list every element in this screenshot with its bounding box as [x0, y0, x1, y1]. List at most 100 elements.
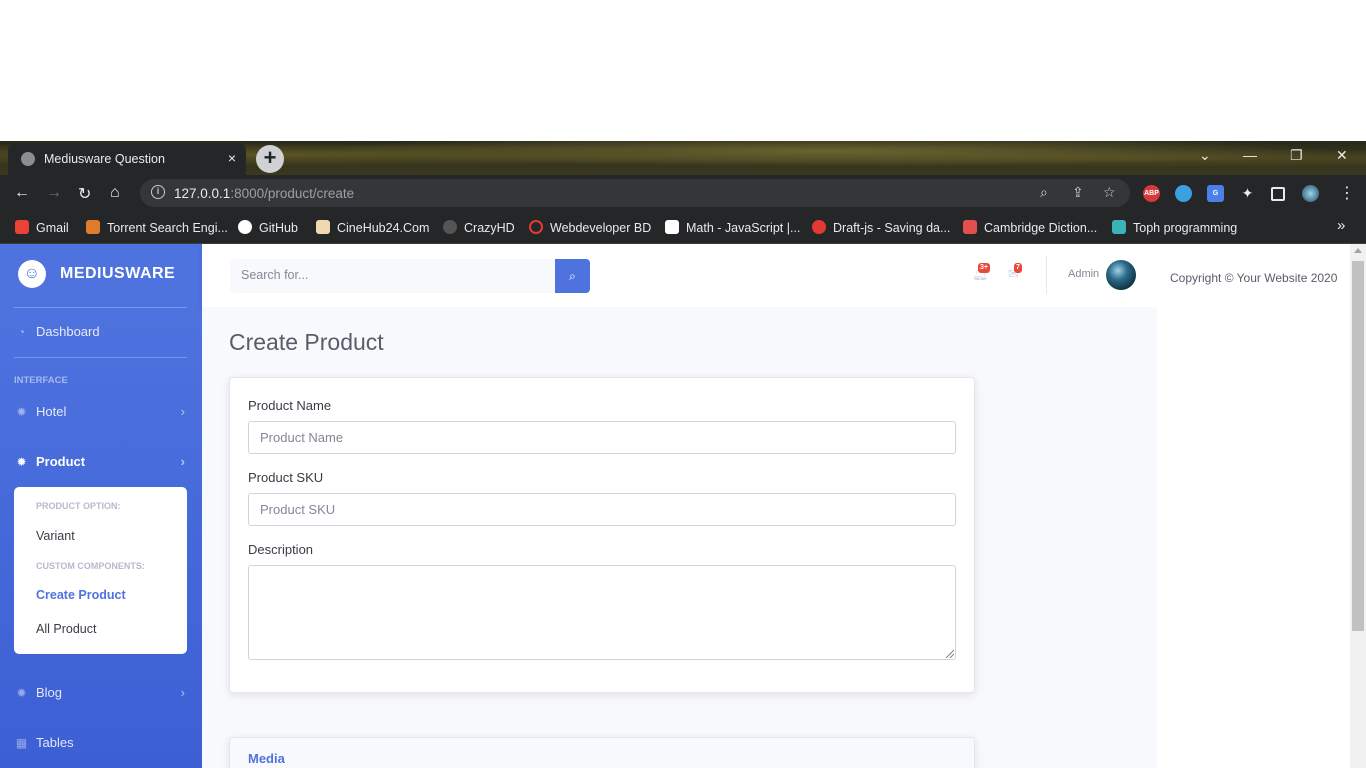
translate-icon[interactable]: G [1207, 185, 1224, 202]
bookmarks-overflow-icon[interactable]: » [1337, 217, 1345, 234]
url-text: 127.0.0.1:8000/product/create [174, 186, 355, 201]
tab-close-icon[interactable]: × [228, 150, 236, 166]
product-sku-field[interactable]: Product SKU [248, 493, 956, 526]
media-card-title: Media [248, 751, 285, 766]
sidebar-item-label: Blog [36, 685, 63, 700]
angular-icon [812, 220, 826, 234]
sidebar-item-blog[interactable]: ✹ Blog › [15, 685, 187, 700]
back-icon[interactable]: ← [14, 184, 30, 202]
sidebar-item-label: Tables [36, 735, 74, 750]
page-title: Create Product [229, 329, 384, 355]
brand-name: MEDIUSWARE [60, 265, 176, 283]
bookmark-torrent[interactable]: Torrent Search Engi... [86, 220, 228, 235]
footer-panel: Copyright © Your Website 2020 [1157, 244, 1350, 768]
close-window-button[interactable]: ✕ [1336, 147, 1348, 164]
tachometer-icon: ◔ [17, 325, 26, 339]
submenu-item-all-product[interactable]: All Product [36, 622, 96, 636]
bookmark-cinehub[interactable]: CineHub24.Com [316, 220, 429, 235]
bookmark-draftjs[interactable]: Draft-js - Saving da... [812, 220, 950, 235]
page-scrollbar[interactable] [1350, 244, 1366, 768]
crazyhd-icon [443, 220, 457, 234]
submenu-heading: CUSTOM COMPONENTS: [36, 561, 145, 571]
submenu-item-create-product[interactable]: Create Product [36, 588, 126, 602]
sidebar-item-product[interactable]: ✹ Product › [15, 454, 187, 469]
search-button[interactable]: ⌕ [555, 259, 590, 293]
browser-toolbar: ← → ↻ ⌂ i 127.0.0.1:8000/product/create … [0, 175, 1366, 211]
new-tab-button[interactable]: + [256, 145, 284, 173]
product-name-field[interactable]: Product Name [248, 421, 956, 454]
resize-handle[interactable] [946, 650, 954, 658]
search-input[interactable]: Search for... [230, 259, 556, 293]
laugh-wink-icon: ☺ [18, 260, 46, 288]
description-label: Description [248, 542, 314, 557]
webdeveloper-icon [529, 220, 543, 234]
tab-strip: Mediusware Question × + ⌄ — ❐ ✕ [0, 141, 1366, 175]
web-page: ☺ MEDIUSWARE ◔ Dashboard INTERFACE ✹ Hotel … [0, 244, 1366, 768]
sidebar-item-tables[interactable]: ▦ Tables [15, 735, 187, 750]
home-icon[interactable]: ⌂ [110, 184, 120, 202]
profile-avatar[interactable] [1302, 185, 1319, 202]
topbar-divider [1046, 256, 1047, 294]
zoom-icon[interactable]: ⌕ [1040, 184, 1048, 201]
scroll-up-arrow-icon[interactable] [1354, 248, 1362, 253]
side-panel-icon[interactable] [1271, 187, 1285, 201]
messages-envelope-icon[interactable]: ✉ 7 [1008, 263, 1022, 282]
github-icon [238, 220, 252, 234]
product-form-card: Product Name Product Name Product SKU Pr… [229, 377, 975, 693]
copyright-text: Copyright © Your Website 2020 [1170, 271, 1338, 285]
cog-icon: ✹ [16, 686, 27, 700]
bookmark-cambridge[interactable]: Cambridge Diction... [963, 220, 1097, 235]
tab-search-icon[interactable]: ⌄ [1199, 147, 1211, 164]
bookmark-toph[interactable]: Toph programming [1112, 220, 1237, 235]
puzzle-icon[interactable]: ✦ [1239, 185, 1256, 202]
toph-icon [1112, 220, 1126, 234]
adblock-icon[interactable]: ABP [1143, 185, 1160, 202]
sidebar-divider [14, 307, 187, 308]
bookmark-star-icon[interactable]: ☆ [1103, 184, 1116, 201]
favicon-icon [21, 152, 35, 166]
media-card: Media [229, 737, 975, 768]
minimize-button[interactable]: — [1243, 147, 1257, 163]
bookmark-crazyhd[interactable]: CrazyHD [443, 220, 515, 235]
bookmark-math-js[interactable]: Math - JavaScript |... [665, 220, 800, 235]
site-info-icon[interactable]: i [151, 185, 165, 199]
cinehub-icon [316, 220, 330, 234]
bookmark-gmail[interactable]: Gmail [15, 220, 69, 235]
table-icon: ▦ [15, 736, 28, 750]
brand[interactable]: ☺ MEDIUSWARE [18, 260, 175, 290]
bookmark-github[interactable]: GitHub [238, 220, 298, 235]
cambridge-icon [963, 220, 977, 234]
submenu-heading: PRODUCT OPTION: [36, 501, 121, 511]
sidebar-item-dashboard[interactable]: ◔ Dashboard [15, 324, 187, 339]
main-content: Create Product Product Name Product Name… [202, 307, 1157, 768]
gmail-icon [15, 220, 29, 234]
screenshot: Mediusware Question × + ⌄ — ❐ ✕ ← → ↻ ⌂ … [0, 0, 1366, 768]
chevron-right-icon: › [180, 685, 185, 700]
sidebar-heading: INTERFACE [14, 375, 68, 386]
sidebar-divider [14, 357, 187, 358]
share-icon[interactable]: ⇪ [1072, 184, 1084, 201]
submenu-item-variant[interactable]: Variant [36, 529, 75, 543]
sidebar-item-hotel[interactable]: ✹ Hotel › [15, 404, 187, 419]
browser-tab[interactable]: Mediusware Question × [8, 143, 246, 175]
sidebar: ☺ MEDIUSWARE ◔ Dashboard INTERFACE ✹ Hotel … [0, 244, 202, 768]
math-icon [665, 220, 679, 234]
avatar[interactable] [1106, 260, 1136, 290]
reload-icon[interactable]: ↻ [78, 184, 91, 204]
product-name-label: Product Name [248, 398, 332, 413]
alerts-bell-icon[interactable]: 🔔︎ 3+ [972, 263, 990, 282]
sidebar-item-label: Product [36, 454, 86, 469]
user-name[interactable]: Admin [1068, 268, 1099, 280]
sidebar-item-label: Hotel [36, 404, 67, 419]
restore-button[interactable]: ❐ [1290, 147, 1303, 164]
torrent-icon [86, 220, 100, 234]
scrollbar-thumb[interactable] [1352, 261, 1364, 631]
extension-icon[interactable] [1175, 185, 1192, 202]
bookmark-webdeveloper[interactable]: Webdeveloper BD [529, 220, 651, 235]
menu-kebab-icon[interactable]: ⋮ [1339, 183, 1355, 203]
address-bar[interactable]: i 127.0.0.1:8000/product/create ⌕ ⇪ ☆ [140, 179, 1130, 207]
chevron-right-icon: › [180, 454, 185, 469]
description-field[interactable] [248, 565, 956, 660]
product-submenu: PRODUCT OPTION: Variant CUSTOM COMPONENT… [14, 487, 187, 654]
forward-icon[interactable]: → [46, 184, 62, 202]
